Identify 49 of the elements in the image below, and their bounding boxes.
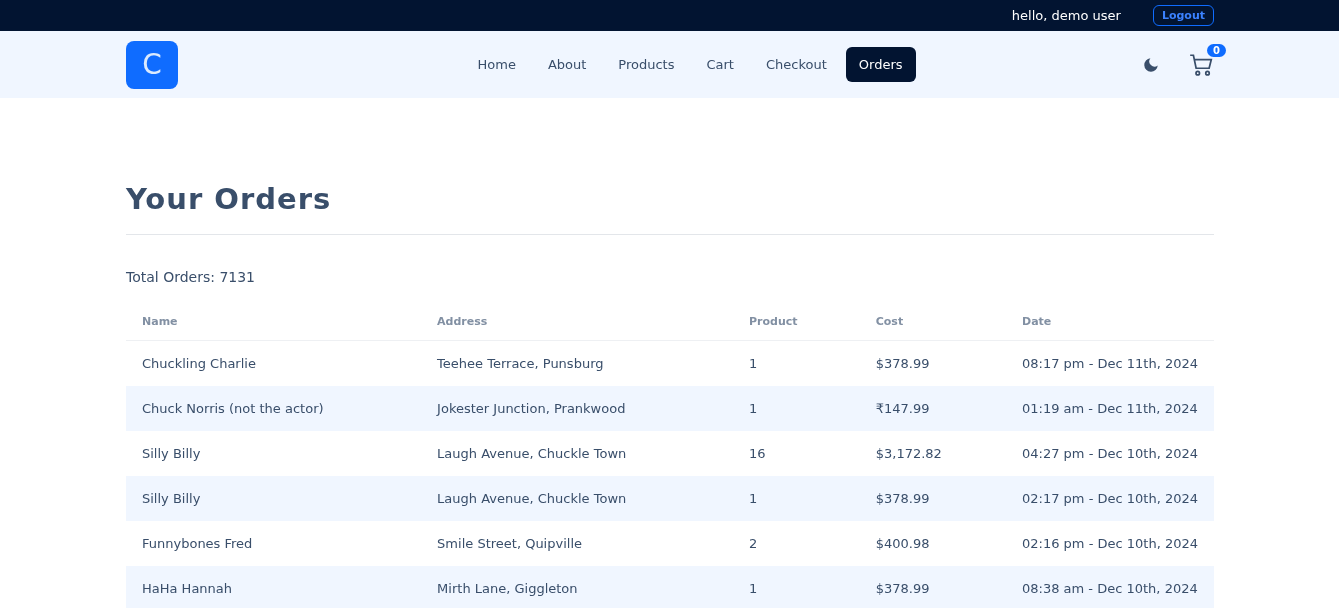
logout-button[interactable]: Logout (1152, 5, 1214, 26)
moon-icon[interactable] (1142, 55, 1160, 74)
table-cell: 1 (733, 340, 860, 386)
nav-link[interactable]: Products (605, 47, 688, 82)
table-cell: $378.99 (859, 566, 1006, 608)
table-cell: $378.99 (859, 340, 1006, 386)
table-cell: 1 (733, 476, 860, 521)
column-header: Product (733, 307, 860, 341)
table-cell: HaHa Hannah (126, 566, 422, 608)
table-cell: Silly Billy (126, 476, 422, 521)
table-cell: 01:19 am - Dec 11th, 2024 (1006, 386, 1214, 431)
total-orders-text: Total Orders: 7131 (126, 269, 257, 285)
nav-link[interactable]: Cart (693, 47, 747, 82)
nav-link[interactable]: Orders (845, 47, 916, 82)
cart-count-badge: 0 (1207, 43, 1226, 57)
table-cell: 1 (733, 386, 860, 431)
nav-link[interactable]: Checkout (752, 47, 840, 82)
table-cell: Jokester Junction, Prankwood (421, 386, 733, 431)
table-cell: 16 (733, 431, 860, 476)
table-cell: Funnybones Fred (126, 521, 422, 566)
column-header: Cost (859, 307, 1006, 341)
nav-link[interactable]: About (534, 47, 600, 82)
column-header: Name (126, 307, 422, 341)
logo[interactable]: C (126, 40, 178, 89)
table-cell: $400.98 (859, 521, 1006, 566)
table-cell: 08:38 am - Dec 10th, 2024 (1006, 566, 1214, 608)
table-cell: Laugh Avenue, Chuckle Town (421, 431, 733, 476)
table-cell: 1 (733, 566, 860, 608)
table-cell: 2 (733, 521, 860, 566)
greeting-text: hello, demo user (1011, 8, 1121, 23)
table-cell: 04:27 pm - Dec 10th, 2024 (1006, 431, 1214, 476)
table-cell: Smile Street, Quipville (421, 521, 733, 566)
table-cell: ₹147.99 (859, 386, 1006, 431)
column-header: Date (1006, 307, 1214, 341)
table-cell: Teehee Terrace, Punsburg (421, 340, 733, 386)
page-title: Your Orders (126, 182, 1214, 235)
nav-link[interactable]: Home (464, 47, 529, 82)
table-cell: Silly Billy (126, 431, 422, 476)
table-cell: $378.99 (859, 476, 1006, 521)
table-cell: 08:17 pm - Dec 11th, 2024 (1006, 340, 1214, 386)
table-cell: Chuck Norris (not the actor) (126, 386, 422, 431)
table-cell: 02:16 pm - Dec 10th, 2024 (1006, 521, 1214, 566)
table-cell: $3,172.82 (859, 431, 1006, 476)
column-header: Address (421, 307, 733, 341)
table-cell: 02:17 pm - Dec 10th, 2024 (1006, 476, 1214, 521)
table-cell: Mirth Lane, Giggleton (421, 566, 733, 608)
cart-icon[interactable] (1188, 51, 1214, 78)
table-cell: Laugh Avenue, Chuckle Town (421, 476, 733, 521)
table-cell: Chuckling Charlie (126, 340, 422, 386)
